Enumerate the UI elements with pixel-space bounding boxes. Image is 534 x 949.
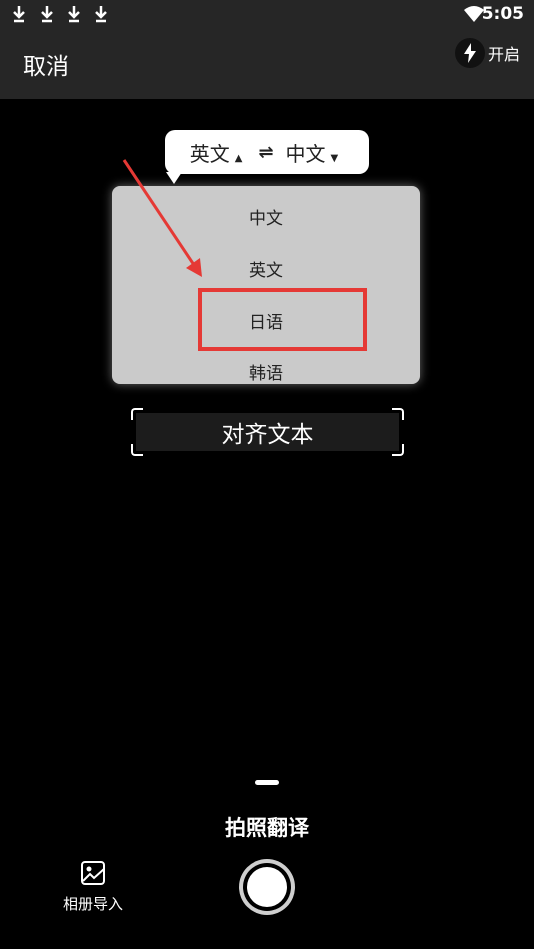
scan-frame: 对齐文本 — [131, 408, 404, 456]
album-import-button[interactable]: 相册导入 — [58, 860, 128, 914]
image-icon — [81, 861, 105, 885]
shutter-core — [247, 867, 287, 907]
target-language-button[interactable]: 中文 ▼ — [286, 138, 345, 167]
flash-label: 开启 — [488, 45, 521, 64]
language-dropdown: 中文 英文 日语 韩语 — [112, 186, 420, 384]
download-icon — [13, 6, 25, 23]
source-language-label: 英文 — [189, 141, 230, 166]
mode-label[interactable]: 拍照翻译 — [0, 812, 534, 842]
pill-pointer — [166, 172, 182, 184]
mode-indicator — [255, 780, 279, 785]
status-time: 5:05 — [481, 4, 524, 24]
top-bar: 5:05 取消 开启 — [0, 0, 534, 99]
download-icon — [41, 6, 53, 23]
annotation-highlight-box — [198, 288, 367, 351]
album-import-label: 相册导入 — [62, 895, 123, 913]
scan-hint: 对齐文本 — [136, 413, 399, 451]
flash-toggle-button[interactable]: 开启 — [455, 36, 525, 70]
target-language-label: 中文 — [285, 141, 326, 166]
flash-icon — [455, 38, 485, 68]
language-selector: 英文 ▲ ⇌ 中文 ▼ — [165, 130, 369, 174]
dropdown-item-korean[interactable]: 韩语 — [112, 359, 420, 384]
dropdown-item-chinese[interactable]: 中文 — [112, 204, 420, 229]
source-language-button[interactable]: 英文 ▲ — [190, 138, 249, 167]
dropdown-item-english[interactable]: 英文 — [112, 256, 420, 281]
swap-icon[interactable]: ⇌ — [258, 142, 273, 163]
download-icon — [68, 6, 80, 23]
cancel-button[interactable]: 取消 — [23, 47, 69, 81]
status-bar: 5:05 — [0, 0, 534, 30]
caret-up-icon: ▲ — [234, 152, 243, 164]
shutter-button[interactable] — [239, 859, 295, 915]
caret-down-icon: ▼ — [330, 152, 339, 164]
shutter-ring — [243, 863, 291, 911]
download-icon — [95, 6, 107, 23]
